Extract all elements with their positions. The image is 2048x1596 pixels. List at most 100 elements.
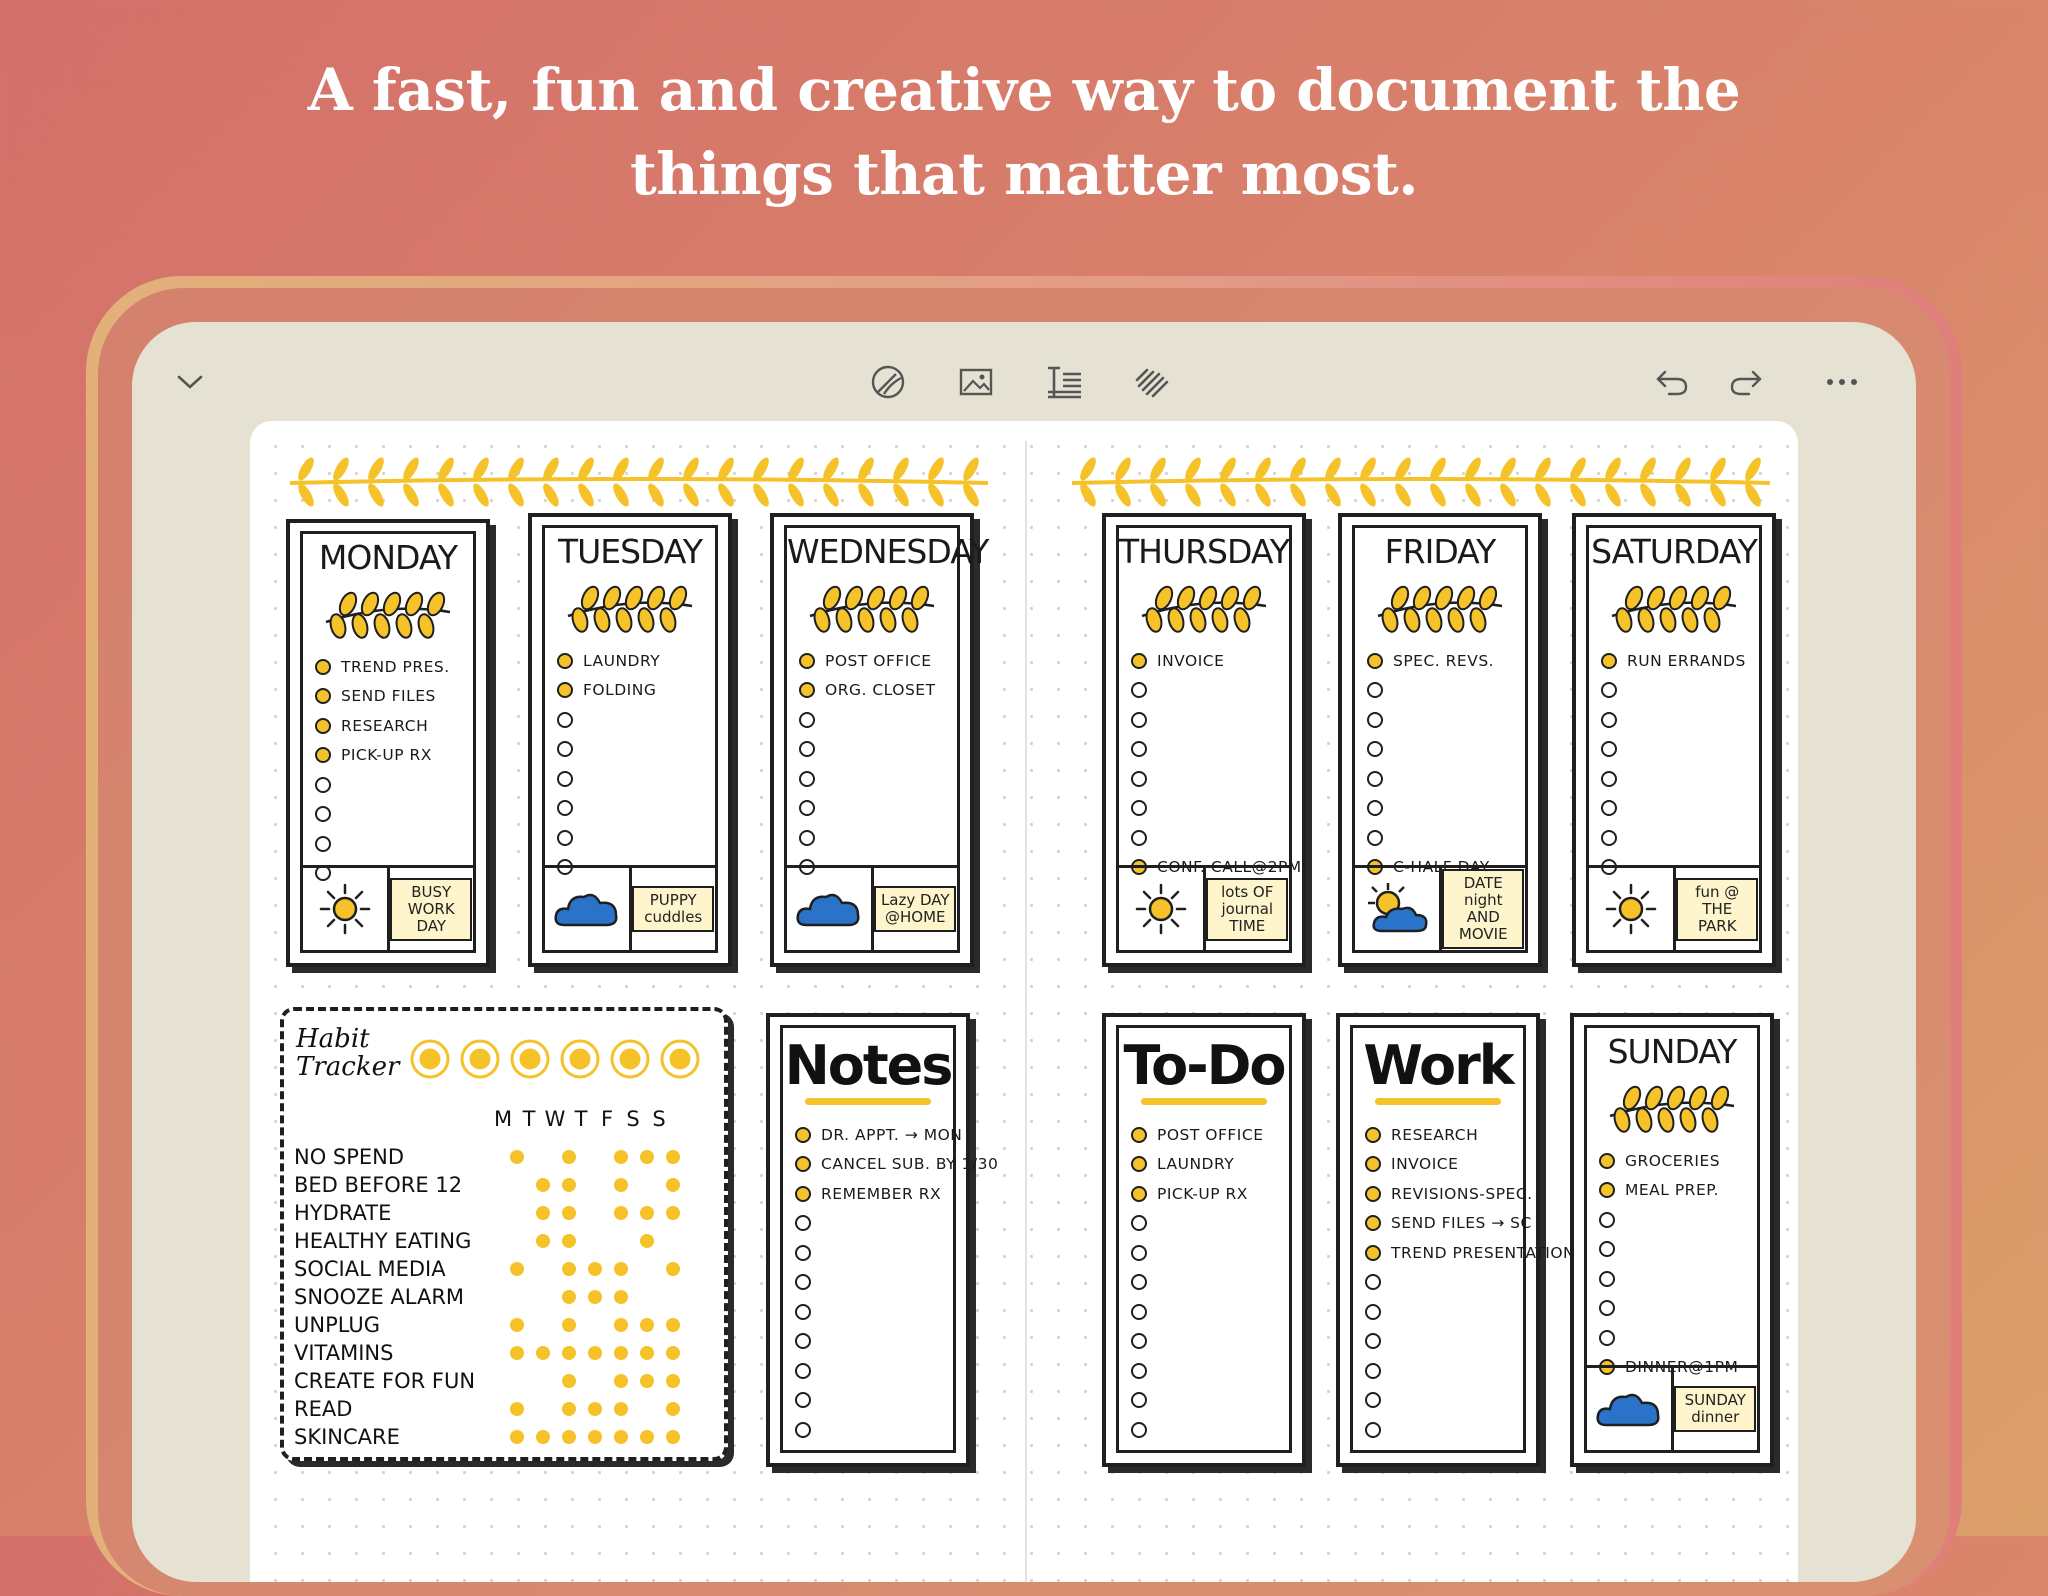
checkbox-circle[interactable]: [1131, 741, 1147, 758]
checkbox-circle[interactable]: [799, 741, 815, 758]
task-item[interactable]: [795, 1356, 947, 1386]
habit-row[interactable]: BED BEFORE 12: [294, 1171, 686, 1199]
task-item[interactable]: [795, 1327, 947, 1357]
checkbox-circle[interactable]: [315, 747, 331, 764]
task-item[interactable]: [1365, 1268, 1517, 1298]
habit-cell[interactable]: [608, 1206, 634, 1220]
habit-cell[interactable]: [608, 1178, 634, 1192]
checkbox-circle[interactable]: [1367, 800, 1383, 817]
habit-cell[interactable]: [634, 1150, 660, 1164]
task-item[interactable]: [795, 1297, 947, 1327]
sunday-card[interactable]: SUNDAY GROCERIES MEAL PREP. DINNER@1PM SUNDA…: [1570, 1013, 1774, 1467]
habit-row[interactable]: HYDRATE: [294, 1199, 686, 1227]
habit-cell[interactable]: [634, 1430, 660, 1444]
task-item[interactable]: INVOICE: [1131, 646, 1283, 676]
checkbox-circle[interactable]: [1365, 1421, 1381, 1438]
checkbox-circle[interactable]: [315, 806, 331, 823]
checkbox-circle[interactable]: [1131, 1303, 1147, 1320]
task-item[interactable]: [1131, 823, 1283, 853]
task-item[interactable]: [795, 1238, 947, 1268]
task-item[interactable]: [1131, 676, 1283, 706]
habit-cell[interactable]: [556, 1206, 582, 1220]
checkbox-circle[interactable]: [1365, 1333, 1381, 1350]
journal-spread[interactable]: MONDAY TREND PRES. SEND FILES RESEARCH PICK-…: [250, 421, 1798, 1582]
checkbox-circle[interactable]: [799, 652, 815, 669]
task-item[interactable]: [1601, 705, 1753, 735]
habit-cell[interactable]: [556, 1234, 582, 1248]
habit-cell[interactable]: [556, 1290, 582, 1304]
task-item[interactable]: [1131, 794, 1283, 824]
habit-cell[interactable]: [530, 1234, 556, 1248]
habit-cell[interactable]: [556, 1402, 582, 1416]
checkbox-circle[interactable]: [1365, 1126, 1381, 1143]
checkbox-circle[interactable]: [795, 1333, 811, 1350]
task-item[interactable]: [1367, 735, 1519, 765]
task-item[interactable]: [1131, 1415, 1283, 1445]
habit-cell[interactable]: [608, 1150, 634, 1164]
scribble-icon[interactable]: [1130, 360, 1174, 404]
checkbox-circle[interactable]: [799, 711, 815, 728]
task-item[interactable]: [799, 823, 951, 853]
checkbox-circle[interactable]: [1599, 1241, 1615, 1258]
habit-cell[interactable]: [634, 1318, 660, 1332]
task-item[interactable]: INVOICE: [1365, 1150, 1517, 1180]
task-item[interactable]: [1599, 1294, 1751, 1324]
checkbox-circle[interactable]: [1601, 682, 1617, 699]
checkbox-circle[interactable]: [315, 776, 331, 793]
habit-cell[interactable]: [504, 1150, 530, 1164]
habit-cell[interactable]: [556, 1262, 582, 1276]
task-item[interactable]: MEAL PREP.: [1599, 1176, 1751, 1206]
checkbox-circle[interactable]: [795, 1362, 811, 1379]
checkbox-circle[interactable]: [795, 1185, 811, 1202]
task-item[interactable]: [799, 764, 951, 794]
text-icon[interactable]: [1042, 360, 1086, 404]
task-item[interactable]: [315, 800, 467, 830]
habit-cell[interactable]: [582, 1290, 608, 1304]
habit-row[interactable]: HEALTHY EATING: [294, 1227, 686, 1255]
habit-cell[interactable]: [582, 1346, 608, 1360]
checkbox-circle[interactable]: [795, 1421, 811, 1438]
habit-cell[interactable]: [504, 1318, 530, 1332]
task-item[interactable]: [1365, 1356, 1517, 1386]
checkbox-circle[interactable]: [795, 1274, 811, 1291]
checkbox-circle[interactable]: [315, 835, 331, 852]
habit-cell[interactable]: [660, 1318, 686, 1332]
checkbox-circle[interactable]: [1365, 1156, 1381, 1173]
task-item[interactable]: [1131, 1356, 1283, 1386]
habit-cell[interactable]: [660, 1206, 686, 1220]
checkbox-circle[interactable]: [1131, 1185, 1147, 1202]
task-item[interactable]: [1367, 794, 1519, 824]
habit-cell[interactable]: [608, 1346, 634, 1360]
checkbox-circle[interactable]: [795, 1392, 811, 1409]
checkbox-circle[interactable]: [1599, 1270, 1615, 1287]
checkbox-circle[interactable]: [557, 741, 573, 758]
task-item[interactable]: LAUNDRY: [557, 646, 709, 676]
habit-row[interactable]: READ: [294, 1395, 686, 1423]
task-item[interactable]: [1131, 1268, 1283, 1298]
checkbox-circle[interactable]: [1131, 1333, 1147, 1350]
habit-cell[interactable]: [634, 1234, 660, 1248]
friday-card[interactable]: FRIDAY SPEC. REVS. C-HALF DAY DATE night AN…: [1338, 513, 1542, 967]
checkbox-circle[interactable]: [557, 800, 573, 817]
saturday-card[interactable]: SATURDAY RUN ERRANDS fun @ THE PARK: [1572, 513, 1776, 967]
checkbox-circle[interactable]: [1131, 1362, 1147, 1379]
habit-cell[interactable]: [504, 1346, 530, 1360]
checkbox-circle[interactable]: [557, 682, 573, 699]
checkbox-circle[interactable]: [1367, 741, 1383, 758]
task-item[interactable]: [795, 1386, 947, 1416]
habit-cell[interactable]: [556, 1346, 582, 1360]
task-item[interactable]: [1601, 676, 1753, 706]
checkbox-circle[interactable]: [799, 829, 815, 846]
task-item[interactable]: [795, 1415, 947, 1445]
checkbox-circle[interactable]: [795, 1303, 811, 1320]
task-item[interactable]: LAUNDRY: [1131, 1150, 1283, 1180]
checkbox-circle[interactable]: [1131, 1421, 1147, 1438]
checkbox-circle[interactable]: [315, 717, 331, 734]
checkbox-circle[interactable]: [1599, 1300, 1615, 1317]
checkbox-circle[interactable]: [1599, 1329, 1615, 1346]
task-item[interactable]: [1601, 764, 1753, 794]
task-item[interactable]: [315, 770, 467, 800]
habit-cell[interactable]: [608, 1430, 634, 1444]
habit-row[interactable]: CREATE FOR FUN: [294, 1367, 686, 1395]
checkbox-circle[interactable]: [1601, 652, 1617, 669]
